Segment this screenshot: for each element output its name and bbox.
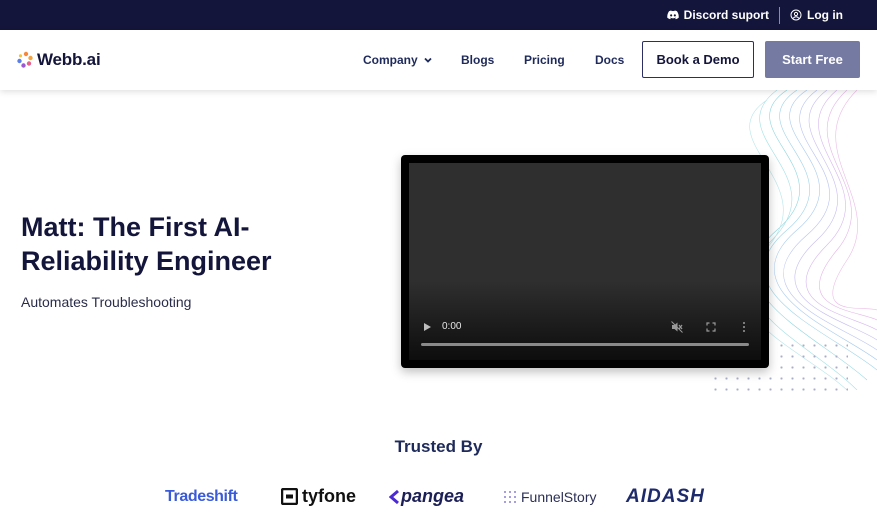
- more-options-icon[interactable]: [741, 321, 747, 333]
- logo-pangea-text: pangea: [401, 486, 465, 506]
- main-nav: Webb.ai Company Blogs Pricing Docs Book …: [0, 30, 877, 90]
- mute-icon[interactable]: [671, 321, 683, 333]
- nav-company-label: Company: [363, 53, 418, 67]
- logo-text: Webb.ai: [37, 50, 101, 69]
- customer-logos: Tradeshift tyfone pangea FunnelStory AID…: [0, 484, 877, 509]
- logo-tyfone-text: tyfone: [302, 486, 356, 506]
- trusted-by-heading: Trusted By: [394, 437, 483, 456]
- tyfone-mark-icon: [281, 488, 298, 505]
- logo[interactable]: Webb.ai: [16, 50, 101, 70]
- nav-docs[interactable]: Docs: [595, 30, 624, 90]
- nav-blogs-label: Blogs: [461, 53, 495, 67]
- hero-subtitle: Automates Troubleshooting: [21, 294, 192, 310]
- discord-support-label: Discord suport: [683, 8, 769, 22]
- fullscreen-icon[interactable]: [706, 322, 716, 332]
- topbar-divider: [779, 6, 780, 24]
- book-demo-button[interactable]: Book a Demo: [642, 41, 754, 78]
- pangea-mark-icon: [389, 489, 399, 504]
- logo-pangea: pangea: [389, 484, 464, 509]
- nav-blogs[interactable]: Blogs: [461, 30, 494, 90]
- video-player[interactable]: [401, 155, 769, 368]
- logo-funnelstory: FunnelStory: [503, 484, 596, 509]
- chevron-down-icon: [424, 57, 432, 63]
- logo-tradeshift: Tradeshift: [165, 484, 238, 509]
- logo-tradeshift-text: Tradeshift: [165, 487, 238, 505]
- start-free-button[interactable]: Start Free: [765, 41, 860, 78]
- logo-funnelstory-text: FunnelStory: [521, 488, 597, 505]
- nav-company[interactable]: Company: [363, 30, 433, 90]
- login-link[interactable]: Log in: [790, 8, 843, 22]
- top-bar: Discord suport Log in: [0, 0, 877, 30]
- discord-support-link[interactable]: Discord suport: [666, 8, 769, 22]
- funnelstory-mark-icon: [504, 490, 516, 503]
- dot-grid-decoration: [776, 340, 848, 395]
- dot-grid-decoration: [710, 373, 776, 395]
- hero-title: Matt: The First AI-Reliability Engineer: [21, 212, 272, 276]
- logo-aidash: AIDASH: [626, 484, 705, 509]
- logo-aidash-text: AIDASH: [626, 485, 705, 507]
- nav-docs-label: Docs: [595, 53, 625, 67]
- discord-icon: [666, 10, 679, 20]
- nav-pricing-label: Pricing: [524, 53, 565, 67]
- video-time: 0:00: [442, 321, 462, 332]
- play-icon[interactable]: [422, 322, 432, 332]
- login-label: Log in: [807, 8, 843, 22]
- video-timeline[interactable]: [421, 343, 749, 346]
- nav-pricing[interactable]: Pricing: [524, 30, 565, 90]
- logo-mark-icon: [17, 51, 33, 68]
- logo-tyfone: tyfone: [281, 484, 356, 509]
- user-icon: [790, 9, 802, 21]
